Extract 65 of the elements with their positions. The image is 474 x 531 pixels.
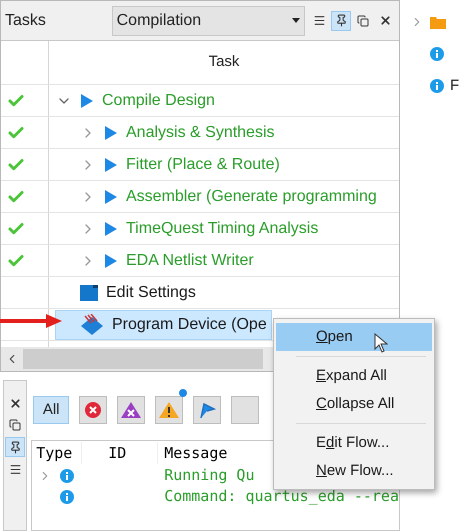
warning-icon: [159, 402, 180, 418]
tree-row[interactable]: Compile Design: [55, 86, 220, 116]
float-icon: [9, 419, 22, 431]
task-label: Analysis & Synthesis: [126, 122, 275, 142]
message-text: Command: quartus_eda --rea: [163, 486, 399, 508]
column-header: Type: [32, 442, 82, 464]
menu-item[interactable]: Collapse All: [276, 390, 432, 418]
play-icon: [104, 156, 118, 172]
folder-icon: [430, 16, 446, 28]
menu-item[interactable]: Open: [276, 323, 432, 351]
mouse-cursor-icon: [374, 333, 388, 353]
task-label: Program Device (Ope: [112, 314, 267, 334]
pointer-arrow: [0, 313, 62, 329]
play-icon: [80, 92, 94, 108]
task-label: TimeQuest Timing Analysis: [126, 218, 318, 238]
play-icon: [104, 124, 118, 140]
task-label: Edit Settings: [106, 282, 196, 302]
column-header: ID: [82, 442, 158, 464]
task-label: Compile Design: [102, 90, 215, 110]
close-icon: [8, 396, 22, 410]
error-icon: [85, 402, 102, 418]
column-header: Task: [208, 52, 240, 72]
info-icon: [430, 47, 444, 61]
pin-icon: [334, 14, 348, 27]
menu-item[interactable]: New Flow...: [276, 457, 432, 485]
pin-icon: [8, 440, 22, 454]
task-label: Fitter (Place & Route): [126, 154, 280, 174]
pin-button[interactable]: [5, 437, 26, 457]
tree-row[interactable]: Analysis & Synthesis: [79, 118, 280, 148]
play-icon: [104, 220, 118, 236]
flag-filter-button[interactable]: [193, 396, 222, 424]
menu-icon: [312, 14, 326, 27]
error-filter-button[interactable]: [79, 396, 108, 424]
info-icon: [430, 79, 444, 93]
message-text: Running Qu: [163, 465, 254, 486]
panel-title: Tasks: [5, 10, 47, 30]
play-icon: [104, 252, 118, 268]
tree-row[interactable]: EDA Netlist Writer: [79, 246, 259, 276]
menu-item[interactable]: Expand All: [276, 362, 432, 390]
flag-icon: [198, 401, 216, 419]
menu-icon: [8, 462, 22, 476]
window-icon: [80, 284, 98, 300]
critical-filter-button[interactable]: [117, 396, 146, 424]
tree-row[interactable]: Program Device (Ope: [55, 310, 272, 340]
task-label: Assembler (Generate programming: [126, 186, 377, 206]
tree-row[interactable]: Assembler (Generate programming: [79, 182, 382, 212]
info-icon: [60, 490, 74, 504]
tree-label: F: [450, 76, 460, 96]
menu-item[interactable]: Edit Flow...: [276, 429, 432, 457]
tree-row[interactable]: TimeQuest Timing Analysis: [79, 214, 324, 244]
tree-row[interactable]: Fitter (Place & Route): [79, 150, 285, 180]
close-icon: [378, 14, 392, 27]
warning-filter-button[interactable]: [155, 396, 184, 424]
flow-dropdown[interactable]: Compilation: [112, 6, 305, 36]
chip-icon: [80, 314, 104, 336]
all-filter-button[interactable]: All: [33, 396, 70, 424]
float-icon: [357, 14, 369, 26]
column-header: Message: [163, 442, 228, 464]
tree-row[interactable]: Edit Settings: [55, 278, 201, 308]
critical-warning-icon: [121, 402, 142, 418]
dropdown-caret-icon: [292, 18, 300, 23]
pin-button[interactable]: [331, 10, 351, 30]
info-icon: [60, 468, 74, 482]
task-label: EDA Netlist Writer: [126, 250, 254, 270]
play-icon: [104, 188, 118, 204]
